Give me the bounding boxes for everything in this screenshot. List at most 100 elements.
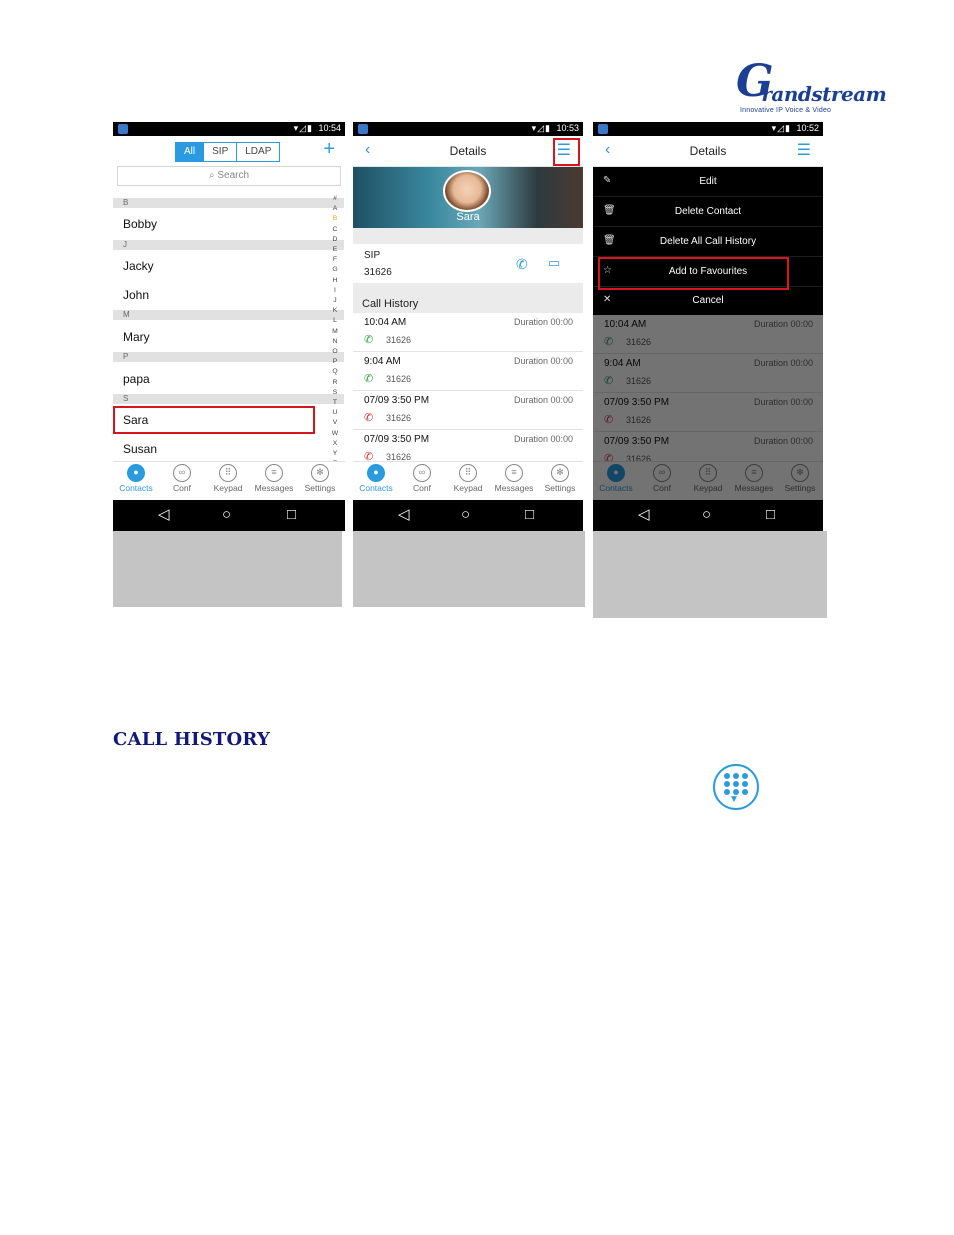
tab-conf[interactable]: ∞ Conf <box>399 464 445 493</box>
alphabet-letter[interactable]: C <box>329 225 341 235</box>
home-nav-icon[interactable]: ○ <box>461 506 470 524</box>
filter-segmented-control: All SIP LDAP <box>175 142 281 162</box>
recents-nav-icon[interactable]: □ <box>525 506 534 524</box>
status-bar: ▾◿▮ 10:52 <box>593 122 823 136</box>
menu-item-label: Delete All Call History <box>659 236 757 247</box>
home-nav-icon[interactable]: ○ <box>222 506 231 524</box>
tab-messages[interactable]: ≡ Messages <box>251 464 297 493</box>
contact-number: 31626 <box>364 267 392 278</box>
dim-overlay[interactable] <box>593 315 823 531</box>
caption-placeholder <box>353 531 585 607</box>
filter-all-tab[interactable]: All <box>176 143 205 161</box>
alphabet-letter[interactable]: X <box>329 439 341 449</box>
menu-item-cancel[interactable]: ✕ Cancel <box>593 286 823 315</box>
menu-item-label: Edit <box>699 176 717 187</box>
home-nav-icon[interactable]: ○ <box>702 506 711 524</box>
alphabet-letter[interactable]: G <box>329 265 341 275</box>
contact-item-susan[interactable]: Susan <box>113 442 329 456</box>
app-icon <box>358 124 368 134</box>
tab-keypad[interactable]: ⠿ Keypad <box>205 464 251 493</box>
alphabet-letter[interactable]: E <box>329 245 341 255</box>
conference-icon: ∞ <box>173 464 191 482</box>
divider-band <box>353 228 583 244</box>
alphabet-index[interactable]: #ABCDEFGHIJKLMNOPQRSTUVWXYZ <box>329 194 341 469</box>
alphabet-letter[interactable]: I <box>329 286 341 296</box>
recents-nav-icon[interactable]: □ <box>766 506 775 524</box>
contact-banner: Sara <box>353 167 583 228</box>
filter-sip-tab[interactable]: SIP <box>204 143 238 161</box>
phone-screenshot-menu: ▾◿▮ 10:52 ‹ Details ☰ ✎ Edit 🗑 Delete Cont… <box>593 122 823 531</box>
contact-item-mary[interactable]: Mary <box>113 330 329 344</box>
android-nav-bar: ◁ ○ □ <box>353 500 583 531</box>
call-history-item[interactable]: 10:04 AM Duration 00:00 ✆ 31626 <box>353 313 583 352</box>
alphabet-letter[interactable]: H <box>329 276 341 286</box>
call-history-item[interactable]: 07/09 3:50 PM Duration 00:00 ✆ 31626 <box>353 391 583 430</box>
search-placeholder: Search <box>217 170 250 181</box>
menu-item-delete-history[interactable]: 🗑 Delete All Call History <box>593 227 823 257</box>
section-heading: CALL HISTORY <box>113 729 271 750</box>
keypad-icon: ⠿ <box>219 464 237 482</box>
alphabet-letter[interactable]: D <box>329 235 341 245</box>
alphabet-letter[interactable]: S <box>329 388 341 398</box>
app-icon <box>598 124 608 134</box>
back-nav-icon[interactable]: ◁ <box>398 506 410 524</box>
contact-item-john[interactable]: John <box>113 288 329 302</box>
contact-name: Sara <box>456 211 480 223</box>
alphabet-letter[interactable]: W <box>329 429 341 439</box>
alphabet-letter[interactable]: V <box>329 418 341 428</box>
alphabet-letter[interactable]: O <box>329 347 341 357</box>
avatar <box>443 170 491 212</box>
tab-label: Keypad <box>213 483 243 493</box>
alphabet-letter[interactable]: L <box>329 316 341 326</box>
back-nav-icon[interactable]: ◁ <box>158 506 170 524</box>
call-number: 31626 <box>386 413 412 423</box>
contact-item-jacky[interactable]: Jacky <box>113 259 329 273</box>
alphabet-letter[interactable]: K <box>329 306 341 316</box>
alphabet-letter[interactable]: # <box>329 194 341 204</box>
alphabet-letter[interactable]: B <box>329 214 341 224</box>
tab-label: Contacts <box>359 483 393 493</box>
android-nav-bar: ◁ ○ □ <box>593 500 823 531</box>
status-time: 10:52 <box>796 123 819 133</box>
alphabet-letter[interactable]: U <box>329 408 341 418</box>
alphabet-letter[interactable]: F <box>329 255 341 265</box>
menu-item-edit[interactable]: ✎ Edit <box>593 167 823 197</box>
alphabet-letter[interactable]: Y <box>329 449 341 459</box>
alphabet-letter[interactable]: N <box>329 337 341 347</box>
add-contact-button[interactable]: + <box>323 139 335 159</box>
message-icon[interactable]: ▭ <box>548 255 560 271</box>
tab-keypad[interactable]: ⠿ Keypad <box>445 464 491 493</box>
contacts-icon: ● <box>127 464 145 482</box>
back-nav-icon[interactable]: ◁ <box>638 506 650 524</box>
call-history-item[interactable]: 9:04 AM Duration 00:00 ✆ 31626 <box>353 352 583 391</box>
tab-settings[interactable]: ✻ Settings <box>297 464 343 493</box>
alphabet-letter[interactable]: P <box>329 357 341 367</box>
tab-conf[interactable]: ∞ Conf <box>159 464 205 493</box>
alphabet-letter[interactable]: T <box>329 398 341 408</box>
call-time: 07/09 3:50 PM <box>364 395 430 406</box>
status-bar: ▾◿▮ 10:54 <box>113 122 345 136</box>
tab-label: Settings <box>304 483 336 493</box>
caption-placeholder <box>113 531 342 607</box>
contact-item-bobby[interactable]: Bobby <box>113 217 329 231</box>
tab-messages[interactable]: ≡ Messages <box>491 464 537 493</box>
filter-ldap-tab[interactable]: LDAP <box>237 143 279 161</box>
phone-call-icon[interactable]: ✆ <box>516 256 528 273</box>
alphabet-letter[interactable]: R <box>329 378 341 388</box>
contact-item-papa[interactable]: papa <box>113 372 329 386</box>
gear-icon: ✻ <box>551 464 569 482</box>
search-input[interactable]: ⌕ Search <box>117 166 341 186</box>
status-time: 10:53 <box>556 123 579 133</box>
section-header: P <box>113 352 344 362</box>
recents-nav-icon[interactable]: □ <box>287 506 296 524</box>
tab-contacts[interactable]: ● Contacts <box>353 464 399 493</box>
alphabet-letter[interactable]: M <box>329 327 341 337</box>
alphabet-letter[interactable]: J <box>329 296 341 306</box>
alphabet-letter[interactable]: A <box>329 204 341 214</box>
tab-contacts[interactable]: ● Contacts <box>113 464 159 493</box>
menu-item-delete-contact[interactable]: 🗑 Delete Contact <box>593 197 823 227</box>
tab-settings[interactable]: ✻ Settings <box>537 464 583 493</box>
alphabet-letter[interactable]: Q <box>329 367 341 377</box>
menu-icon[interactable]: ☰ <box>797 140 811 160</box>
app-icon <box>118 124 128 134</box>
